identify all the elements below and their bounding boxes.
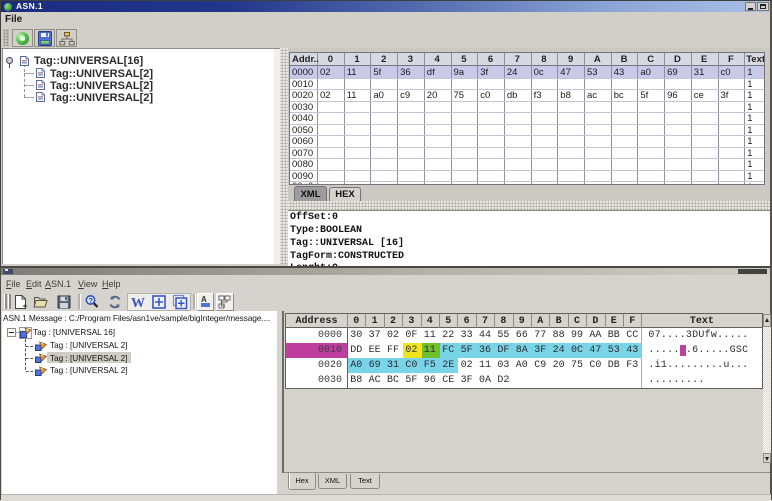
svg-text:W: W bbox=[131, 296, 145, 310]
svg-text:A: A bbox=[201, 295, 207, 304]
svg-text:?: ? bbox=[89, 298, 93, 305]
